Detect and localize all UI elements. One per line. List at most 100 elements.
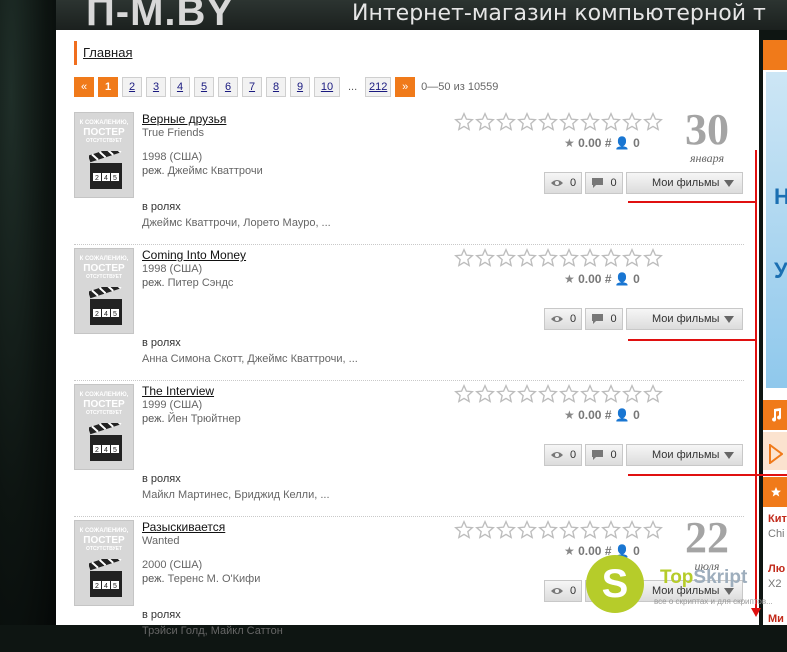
rating-star-icon[interactable] (643, 384, 663, 404)
poster-placeholder[interactable]: К СОЖАЛЕНИЮ, ПОСТЕР ОТСУТСТВУЕТ 2 4 5 (74, 520, 134, 606)
poster-text-line: ПОСТЕР (83, 535, 125, 546)
rating-star-icon[interactable] (496, 248, 516, 268)
rating-star-icon[interactable] (538, 384, 558, 404)
rating-star-icon[interactable] (454, 248, 474, 268)
director-name[interactable]: Теренс М. О'Кифи (168, 573, 261, 585)
svg-text:2: 2 (95, 311, 99, 318)
rating-star-icon[interactable] (580, 520, 600, 540)
rating-star-icon[interactable] (601, 520, 621, 540)
rating-star-icon[interactable] (496, 520, 516, 540)
movie-title-link[interactable]: Верные друзья (142, 112, 442, 126)
poster-placeholder[interactable]: К СОЖАЛЕНИЮ, ПОСТЕР ОТСУТСТВУЕТ 2 4 5 (74, 384, 134, 470)
movie-date: 30 января (674, 108, 740, 165)
poster-placeholder[interactable]: К СОЖАЛЕНИЮ, ПОСТЕР ОТСУТСТВУЕТ 2 4 5 (74, 248, 134, 334)
rating-star-icon[interactable] (496, 384, 516, 404)
rating-star-icon[interactable] (475, 248, 495, 268)
rating-star-icon[interactable] (643, 520, 663, 540)
rating-star-icon[interactable] (622, 384, 642, 404)
user-icon: 👤 (614, 136, 630, 150)
rating-stars[interactable] (454, 384, 664, 404)
cast-names[interactable]: Майкл Мартинес, Бриджид Келли, ... (142, 488, 442, 502)
pagination-next-button[interactable]: » (395, 77, 416, 97)
date-day: 22 (685, 513, 729, 562)
rating-star-icon[interactable] (517, 520, 537, 540)
my-movies-dropdown[interactable]: Мои фильмы (626, 172, 743, 194)
rating-star-icon[interactable] (580, 384, 600, 404)
pagination-prev-button[interactable]: « (74, 77, 94, 97)
rating-star-icon[interactable] (454, 112, 474, 132)
rating-star-icon[interactable] (517, 112, 537, 132)
director-name[interactable]: Джеймс Кваттрочи (168, 165, 263, 177)
rating-stars[interactable] (454, 112, 664, 132)
rating-star-icon[interactable] (538, 248, 558, 268)
rating-star-icon[interactable] (454, 384, 474, 404)
rating-star-icon[interactable] (559, 248, 579, 268)
rating-star-icon[interactable] (538, 520, 558, 540)
rating-star-icon[interactable] (517, 248, 537, 268)
rating-star-icon[interactable] (496, 112, 516, 132)
watermark-tagline: все о скриптах и для скриптов... (654, 597, 773, 606)
comments-button[interactable]: 0 (585, 308, 623, 330)
poster-text-line: ОТСУТСТВУЕТ (85, 410, 123, 416)
pagination-page-3[interactable]: 3 (146, 77, 166, 97)
pagination-page-6[interactable]: 6 (218, 77, 238, 97)
rating-star-icon[interactable] (622, 520, 642, 540)
rating-star-icon[interactable] (475, 384, 495, 404)
rating-stars[interactable] (454, 248, 664, 268)
movie-title-link[interactable]: Coming Into Money (142, 248, 442, 262)
rating-star-icon[interactable] (601, 384, 621, 404)
sidebar-list-item[interactable]: Кит (768, 513, 787, 525)
rating-star-icon[interactable] (559, 520, 579, 540)
rating-star-icon[interactable] (601, 248, 621, 268)
movie-info: The Interview 1999 (США) реж. Йен Трюйтнер (142, 384, 442, 426)
rating-star-icon[interactable] (601, 112, 621, 132)
right-sidebar: Н У Кит Chi Лю X2 Ми (763, 40, 787, 625)
views-button[interactable]: 0 (544, 444, 582, 466)
comments-button[interactable]: 0 (585, 172, 623, 194)
rating-star-icon[interactable] (643, 112, 663, 132)
rating-star-icon[interactable] (580, 248, 600, 268)
director-name[interactable]: Йен Трюйтнер (168, 413, 241, 425)
my-movies-dropdown[interactable]: Мои фильмы (626, 444, 743, 466)
pagination-page-5[interactable]: 5 (194, 77, 214, 97)
music-icon-block[interactable] (763, 400, 787, 430)
director-name[interactable]: Питер Сэндс (168, 277, 234, 289)
rating-star-icon[interactable] (454, 520, 474, 540)
pagination-page-7[interactable]: 7 (242, 77, 262, 97)
movie-cast: в ролях Трэйси Голд, Майкл Саттон (142, 608, 442, 638)
pagination-last-page[interactable]: 212 (365, 77, 392, 97)
pagination-page-2[interactable]: 2 (122, 77, 142, 97)
rating-star-icon[interactable] (622, 248, 642, 268)
poster-placeholder[interactable]: К СОЖАЛЕНИЮ, ПОСТЕР ОТСУТСТВУЕТ 2 4 5 (74, 112, 134, 198)
rating-star-icon[interactable] (517, 384, 537, 404)
rating-stars[interactable] (454, 520, 664, 540)
views-button[interactable]: 0 (544, 308, 582, 330)
comments-button[interactable]: 0 (585, 444, 623, 466)
player-widget[interactable] (763, 432, 787, 470)
movie-title-link[interactable]: The Interview (142, 384, 442, 398)
views-button[interactable]: 0 (544, 580, 582, 602)
rating-star-icon[interactable] (643, 248, 663, 268)
movie-title-link[interactable]: Разыскивается (142, 520, 442, 534)
rating-star-icon[interactable] (622, 112, 642, 132)
breadcrumb-home-link[interactable]: Главная (83, 45, 132, 60)
cast-names[interactable]: Джеймс Кваттрочи, Лорето Мауро, ... (142, 216, 442, 230)
pagination-page-1[interactable]: 1 (98, 77, 118, 97)
rating-star-icon[interactable] (580, 112, 600, 132)
sidebar-ad-banner[interactable]: Н У (766, 72, 787, 388)
rating-star-icon[interactable] (559, 112, 579, 132)
votes-count: 0 (633, 136, 640, 150)
views-button[interactable]: 0 (544, 172, 582, 194)
rating-star-icon[interactable] (538, 112, 558, 132)
pagination-page-10[interactable]: 10 (314, 77, 340, 97)
cast-names[interactable]: Анна Симона Скотт, Джеймс Кваттрочи, ... (142, 352, 442, 366)
pagination-page-8[interactable]: 8 (266, 77, 286, 97)
rating-star-icon[interactable] (559, 384, 579, 404)
rating-star-icon[interactable] (475, 112, 495, 132)
my-movies-dropdown[interactable]: Мои фильмы (626, 308, 743, 330)
site-logo[interactable]: П-М.BY (86, 0, 234, 30)
pagination-page-9[interactable]: 9 (290, 77, 310, 97)
pagination-page-4[interactable]: 4 (170, 77, 190, 97)
rating-star-icon[interactable] (475, 520, 495, 540)
cast-names[interactable]: Трэйси Голд, Майкл Саттон (142, 624, 442, 638)
